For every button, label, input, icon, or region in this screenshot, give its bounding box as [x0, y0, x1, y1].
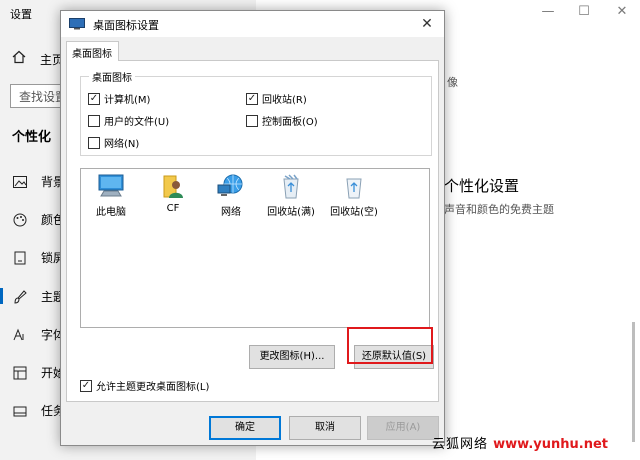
recycle-bin-full-icon: [283, 174, 299, 199]
checkbox-label: 控制面板(O): [262, 117, 318, 128]
cancel-button[interactable]: 取消: [289, 416, 361, 440]
scrollbar[interactable]: [632, 322, 635, 442]
monitor-icon: [12, 250, 28, 266]
active-indicator: [0, 288, 3, 304]
highlight-annotation: [347, 327, 433, 364]
icon-list[interactable]: 此电脑 CF 网络 回收站(满) 回收站(空): [80, 168, 430, 328]
this-pc-icon: [98, 174, 124, 197]
dialog-close-button[interactable]: ✕: [416, 14, 438, 34]
personalize-subtitle[interactable]: 声音和颜色的免费主题: [444, 201, 554, 217]
nav-item-taskbar[interactable]: 任务: [12, 402, 65, 419]
checkbox-computer[interactable]: ✓ 计算机(M): [88, 91, 150, 106]
nav-item-colors[interactable]: 颜色: [12, 211, 65, 228]
checkbox-recycle-bin[interactable]: ✓ 回收站(R): [246, 91, 307, 106]
network-icon: [217, 174, 243, 196]
checkbox-label: 回收站(R): [262, 95, 307, 106]
icon-item-this-pc[interactable]: 此电脑: [81, 173, 141, 218]
section-heading: 个性化: [12, 130, 52, 145]
icon-item-recycle-empty[interactable]: 回收站(空): [324, 173, 384, 218]
ok-button[interactable]: 确定: [209, 416, 281, 440]
checkbox-allow-themes[interactable]: ✓ 允许主题更改桌面图标(L): [80, 378, 209, 393]
checkbox-box[interactable]: ✓: [88, 92, 100, 105]
user-folder-icon: [163, 175, 183, 198]
icon-item-label: 回收站(满): [267, 207, 315, 218]
checkbox-label: 允许主题更改桌面图标(L): [96, 382, 210, 393]
nav-item-themes[interactable]: 主题: [12, 288, 65, 305]
tab-desktop-icons[interactable]: 桌面图标: [66, 41, 119, 61]
icon-item-label: 网络: [221, 207, 241, 218]
brush-icon: [12, 289, 28, 305]
checkbox-user-files[interactable]: 用户的文件(U): [88, 113, 169, 128]
watermark: 云狐网络 www.yunhu.net: [426, 428, 638, 454]
watermark-url: www.yunhu.net: [493, 437, 609, 452]
checkbox-network[interactable]: 网络(N): [88, 135, 139, 150]
icon-item-label: 回收站(空): [330, 207, 378, 218]
minimize-button[interactable]: —: [538, 4, 558, 19]
font-icon: [12, 327, 28, 343]
checkbox-box[interactable]: ✓: [246, 92, 258, 105]
checkbox-label: 网络(N): [104, 139, 140, 150]
personalize-title: 个性化设置: [444, 177, 520, 195]
monitor-icon: [69, 18, 85, 30]
nav-item-start[interactable]: 开始: [12, 364, 65, 381]
checkbox-box[interactable]: ✓: [80, 379, 92, 392]
checkbox-label: 用户的文件(U): [104, 117, 170, 128]
recycle-bin-empty-icon: [346, 178, 362, 199]
nav-item-fonts[interactable]: 字体: [12, 326, 65, 343]
watermark-text: 云狐网络: [432, 437, 489, 452]
settings-title: 设置: [10, 8, 32, 21]
icon-item-label: CF: [166, 203, 180, 214]
maximize-button[interactable]: ☐: [574, 4, 594, 19]
change-icon-button[interactable]: 更改图标(H)...: [249, 345, 335, 369]
checkbox-control-panel[interactable]: 控制面板(O): [246, 113, 318, 128]
palette-icon: [12, 212, 28, 228]
icon-item-network[interactable]: 网络: [201, 173, 261, 218]
checkbox-box[interactable]: [88, 136, 100, 149]
close-window-button[interactable]: ✕: [612, 4, 632, 19]
home-icon: [12, 50, 30, 68]
dialog-titlebar[interactable]: 桌面图标设置 ✕: [61, 11, 444, 37]
desktop-icons-groupbox: 桌面图标 ✓ 计算机(M) ✓ 回收站(R) 用户的文件(U) 控制面板(O) …: [80, 69, 432, 156]
partial-text: 像: [447, 76, 458, 89]
taskbar-icon: [12, 403, 28, 419]
nav-item-background[interactable]: 背景: [12, 173, 65, 190]
picture-icon: [12, 174, 28, 190]
nav-item-lockscreen[interactable]: 锁屏: [12, 249, 65, 266]
checkbox-label: 计算机(M): [104, 95, 151, 106]
icon-item-label: 此电脑: [96, 207, 126, 218]
groupbox-label: 桌面图标: [89, 69, 135, 84]
start-icon: [12, 365, 28, 381]
nav-home[interactable]: 主页: [12, 50, 64, 68]
checkbox-box[interactable]: [88, 114, 100, 127]
dialog-title: 桌面图标设置: [93, 19, 159, 32]
checkbox-box[interactable]: [246, 114, 258, 127]
icon-item-user[interactable]: CF: [143, 173, 203, 214]
desktop-icon-settings-dialog: 桌面图标设置 ✕ 桌面图标 桌面图标 ✓ 计算机(M) ✓ 回收站(R) 用户的…: [60, 10, 445, 446]
icon-item-recycle-full[interactable]: 回收站(满): [261, 173, 321, 218]
